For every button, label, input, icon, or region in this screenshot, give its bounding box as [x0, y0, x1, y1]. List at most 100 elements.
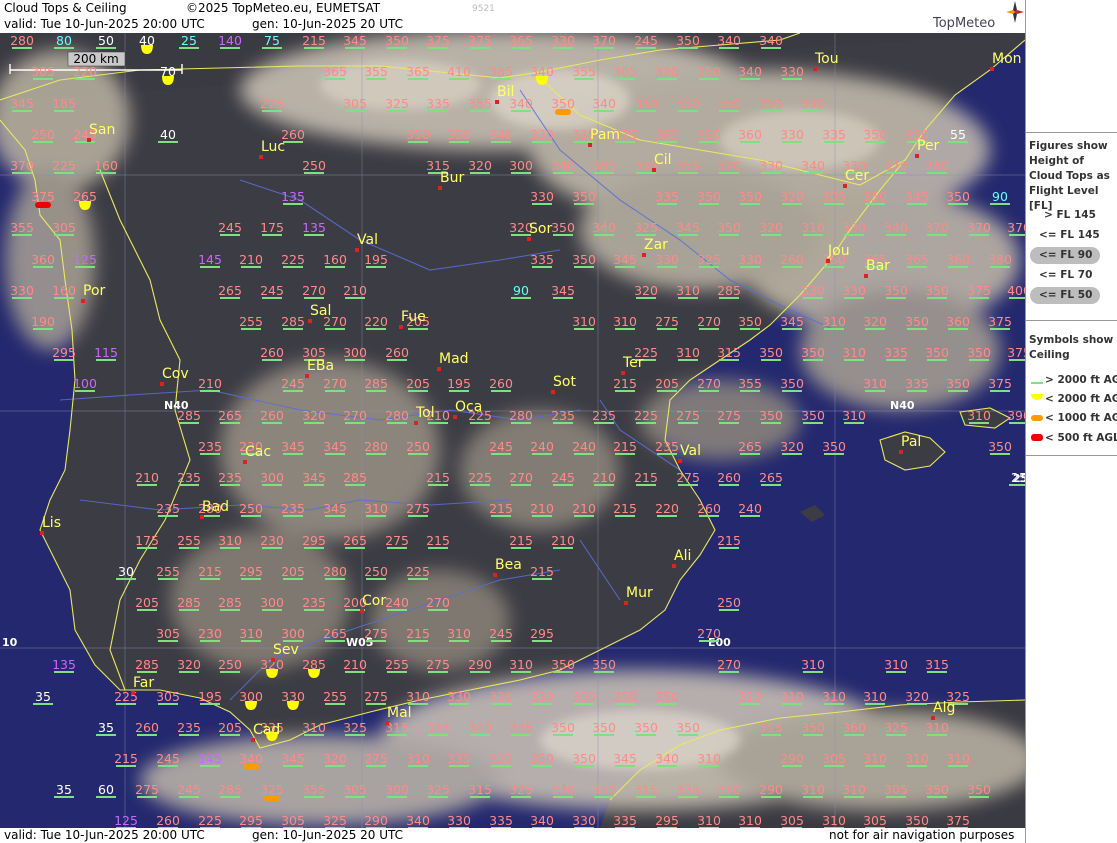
flight-level-marker: 350	[447, 127, 471, 143]
flight-level-value: 320	[489, 689, 513, 704]
city-dot-icon	[990, 67, 994, 71]
city-name: Far	[133, 675, 154, 691]
flight-level-value: 350	[385, 33, 409, 48]
flight-level-marker: 265	[759, 470, 783, 486]
flight-level-value: 320	[655, 64, 679, 79]
flight-level-marker: 230	[198, 626, 222, 642]
flight-level-value: 275	[655, 314, 679, 329]
flight-level-value: 205	[281, 564, 305, 579]
flight-level-value: 275	[364, 689, 388, 704]
flight-level-value: 350	[655, 689, 679, 704]
flight-level-marker: 215	[613, 439, 637, 455]
flight-level-marker: 335	[655, 189, 679, 205]
flight-level-value: 325	[260, 782, 284, 797]
legend-ceiling-above-2000: > 2000 ft AGL	[1045, 374, 1117, 386]
flight-level-marker: 375	[988, 314, 1012, 330]
flight-level-value: 195	[364, 252, 388, 267]
city-dot-icon	[624, 601, 628, 605]
flight-level-value: 210	[239, 252, 263, 267]
flight-level-marker: 30	[116, 564, 136, 580]
flight-level-marker: 305	[884, 782, 908, 798]
flight-level-marker: 235	[551, 408, 575, 424]
flight-level-value: 350	[572, 252, 596, 267]
flight-level-marker: 355	[302, 782, 326, 798]
flight-level-value: 350	[592, 720, 616, 735]
flight-level-value: 330	[801, 283, 825, 298]
flight-level-value: 215	[717, 533, 741, 548]
flight-level-value: 255	[323, 689, 347, 704]
flight-level-value: 350	[551, 657, 575, 672]
flight-level-marker: 185	[52, 96, 76, 112]
flight-level-marker: 250	[218, 657, 242, 673]
city-dot-icon	[305, 374, 309, 378]
flight-level-marker: 160	[94, 158, 118, 174]
flight-level-value: 225	[52, 158, 76, 173]
flight-level-value: 310	[863, 751, 887, 766]
flight-level-marker: 325	[323, 813, 347, 828]
flight-level-value: 225	[198, 813, 222, 828]
flight-level-value: 300	[385, 782, 409, 797]
flight-level-marker: 370	[925, 220, 949, 236]
flight-level-value: 350	[925, 345, 949, 360]
flight-level-value: 320	[780, 439, 804, 454]
flight-level-marker: 340	[406, 813, 430, 828]
city-name: Tol	[415, 405, 435, 421]
flight-level-marker: 310	[406, 751, 430, 767]
flight-level-marker: 310	[447, 626, 471, 642]
flight-level-marker: 215	[489, 501, 513, 517]
compass-rose-icon	[1006, 1, 1024, 23]
city-name: Fue	[401, 309, 426, 325]
flight-level-marker: 235	[655, 439, 679, 455]
flight-level-value: 350	[946, 376, 970, 391]
city-dot-icon	[81, 299, 85, 303]
flight-level-marker: 270	[426, 595, 450, 611]
flight-level-value: 325	[634, 220, 658, 235]
flight-level-marker: 310	[717, 782, 741, 798]
flight-level-marker: 245	[281, 376, 305, 392]
flight-level-marker: 310	[218, 533, 242, 549]
grid-label: 10	[2, 636, 18, 649]
flight-level-marker: 350	[676, 33, 700, 49]
flight-level-marker: 350	[905, 314, 929, 330]
flight-level-marker: 350	[925, 345, 949, 361]
flight-level-marker: 135	[302, 220, 326, 236]
flight-level-value: 310	[302, 720, 326, 735]
flight-level-marker: 285	[717, 283, 741, 299]
flight-level-value: 295	[302, 533, 326, 548]
flight-level-value: 280	[323, 564, 347, 579]
flight-level-value: 135	[302, 220, 326, 235]
city-name: EBa	[307, 358, 334, 374]
flight-level-marker: 310	[509, 657, 533, 673]
flight-level-marker: 215	[426, 470, 450, 486]
flight-level-value: 350	[863, 127, 887, 142]
flight-level-marker: 250	[717, 595, 741, 611]
flight-level-value: 285	[135, 657, 159, 672]
flight-level-marker: 330	[780, 64, 804, 80]
flight-level-value: 195	[198, 689, 222, 704]
flight-level-marker: 310	[822, 314, 846, 330]
flight-level-value: 335	[822, 127, 846, 142]
flight-level-value: 380	[925, 158, 949, 173]
flight-level-marker: 330	[655, 252, 679, 268]
flight-level-marker: 265	[343, 533, 367, 549]
flight-level-marker: 210	[135, 470, 159, 486]
flight-level-marker: 330	[551, 33, 575, 49]
flight-level-marker: 175	[135, 533, 159, 549]
flight-level-marker: 300	[343, 345, 367, 361]
symbols-legend-heading: Symbols show Ceiling	[1029, 334, 1114, 361]
flight-level-marker: 270	[697, 626, 721, 642]
brand-text: TopMeteo	[933, 16, 996, 31]
flight-level-marker: 350	[738, 314, 762, 330]
city-dot-icon	[495, 100, 499, 104]
flight-level-value: 145	[198, 252, 222, 267]
flight-level-value: 35	[35, 689, 51, 704]
flight-level-marker: 255	[177, 533, 201, 549]
city-dot-icon	[40, 531, 44, 535]
city-dot-icon	[931, 716, 935, 720]
flight-level-marker: 335	[884, 345, 908, 361]
cloud-tops-map[interactable]: 200 km N40 N40 W05 E00 10 25 280 80 50 40 25…	[0, 33, 1025, 828]
city-name: Cov	[162, 366, 189, 382]
flight-level-value: 310	[572, 314, 596, 329]
flight-level-marker: 225	[634, 408, 658, 424]
flight-level-value: 320	[323, 751, 347, 766]
